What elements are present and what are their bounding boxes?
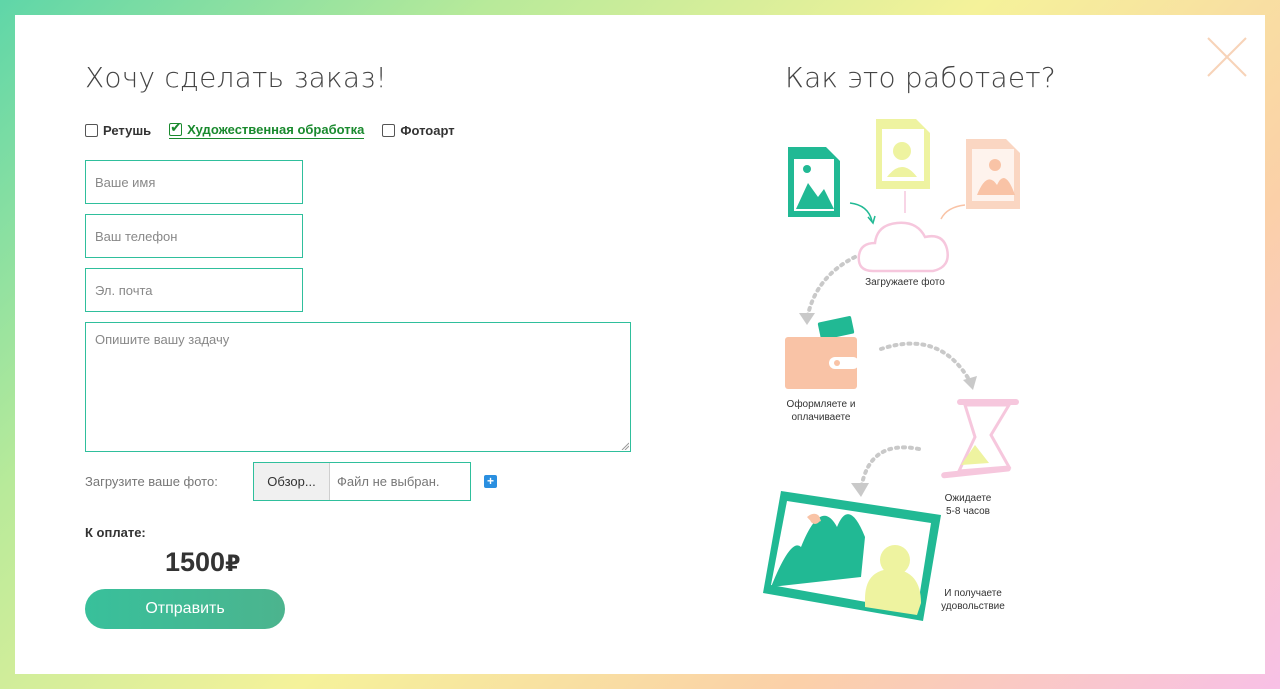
cloud-icon: [857, 221, 949, 273]
caption-line: 5-8 часов: [946, 506, 990, 517]
order-modal: Хочу сделать заказ! Как это работает? Ре…: [15, 15, 1265, 674]
caption-line: Ожидаете: [944, 493, 992, 504]
price-amount: 1500: [165, 547, 226, 577]
option-art-processing[interactable]: ✔ Художественная обработка: [169, 119, 365, 139]
checkbox[interactable]: [85, 124, 98, 137]
step-result-caption: И получаете удовольствие: [923, 587, 1023, 613]
night-file-icon: [966, 139, 1020, 209]
checkbox-checked[interactable]: ✔: [169, 119, 183, 136]
file-input[interactable]: Обзор... Файл не выбран.: [253, 462, 471, 501]
option-label: Ретушь: [103, 123, 152, 138]
hourglass-icon: [941, 399, 1019, 479]
close-icon[interactable]: [1205, 35, 1249, 79]
price-value: 1500₽: [165, 547, 240, 578]
how-it-works-title: Как это работает?: [785, 61, 1056, 94]
upload-label: Загрузите ваше фото:: [85, 474, 218, 489]
caption-line: оплачиваете: [791, 412, 851, 423]
step-pay-caption: Оформляете и оплачиваете: [771, 398, 871, 424]
task-textarea[interactable]: [85, 322, 631, 452]
currency-sign: ₽: [225, 551, 241, 576]
phone-input[interactable]: [85, 214, 303, 258]
email-input[interactable]: [85, 268, 303, 312]
option-retouch[interactable]: Ретушь: [85, 123, 151, 138]
caption-line: удовольствие: [941, 601, 1005, 612]
caption-line: И получаете: [944, 588, 1002, 599]
portrait-file-icon: [876, 119, 930, 189]
option-label: Художественная обработка: [187, 122, 365, 137]
option-label: Фотоарт: [400, 123, 455, 138]
image-file-icon: [788, 147, 840, 217]
order-title: Хочу сделать заказ!: [85, 61, 387, 94]
name-input[interactable]: [85, 160, 303, 204]
caption-line: Оформляете и: [786, 399, 856, 410]
file-status: Файл не выбран.: [337, 474, 440, 489]
add-file-icon[interactable]: +: [484, 475, 497, 488]
step-upload-caption: Загружаете фото: [865, 277, 945, 288]
browse-button[interactable]: Обзор...: [254, 463, 330, 500]
resize-grip-icon[interactable]: [621, 442, 629, 450]
photo-frame-icon: [763, 491, 941, 621]
checkbox[interactable]: [382, 124, 396, 137]
pay-label: К оплате:: [85, 525, 146, 540]
service-options: Ретушь ✔ Художественная обработка Фотоар…: [85, 119, 455, 139]
option-photoart[interactable]: Фотоарт: [382, 123, 455, 138]
submit-button[interactable]: Отправить: [85, 589, 285, 629]
wallet-icon: [785, 316, 859, 389]
step-wait-caption: Ожидаете 5-8 часов: [918, 492, 1018, 518]
checkmark-icon: ✔: [170, 119, 182, 135]
